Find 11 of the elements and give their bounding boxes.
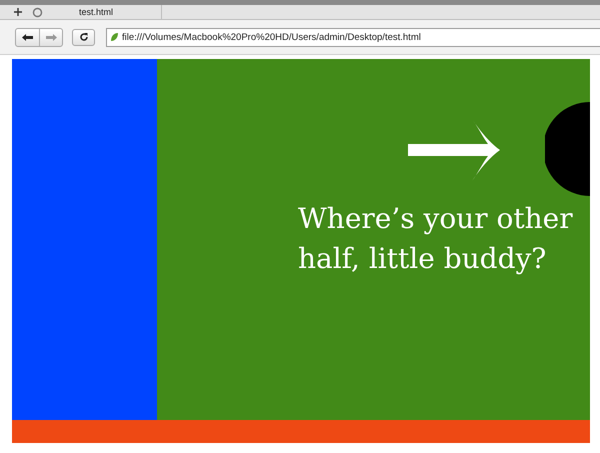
back-arrow-icon <box>21 32 34 42</box>
arrow-icon <box>408 119 500 181</box>
leaf-icon <box>110 32 119 42</box>
close-tab-icon[interactable] <box>32 6 43 18</box>
browser-tab[interactable]: test.html <box>79 5 162 19</box>
message-text: Where’s your other half, little buddy? <box>298 201 574 277</box>
new-tab-icon[interactable] <box>12 6 24 18</box>
reload-icon <box>78 32 88 42</box>
reload-button[interactable] <box>72 28 95 46</box>
address-bar[interactable]: file:///Volumes/Macbook%20Pro%20HD/Users/admin/Desktop/test.html <box>106 28 600 46</box>
forward-arrow-icon <box>44 32 58 42</box>
